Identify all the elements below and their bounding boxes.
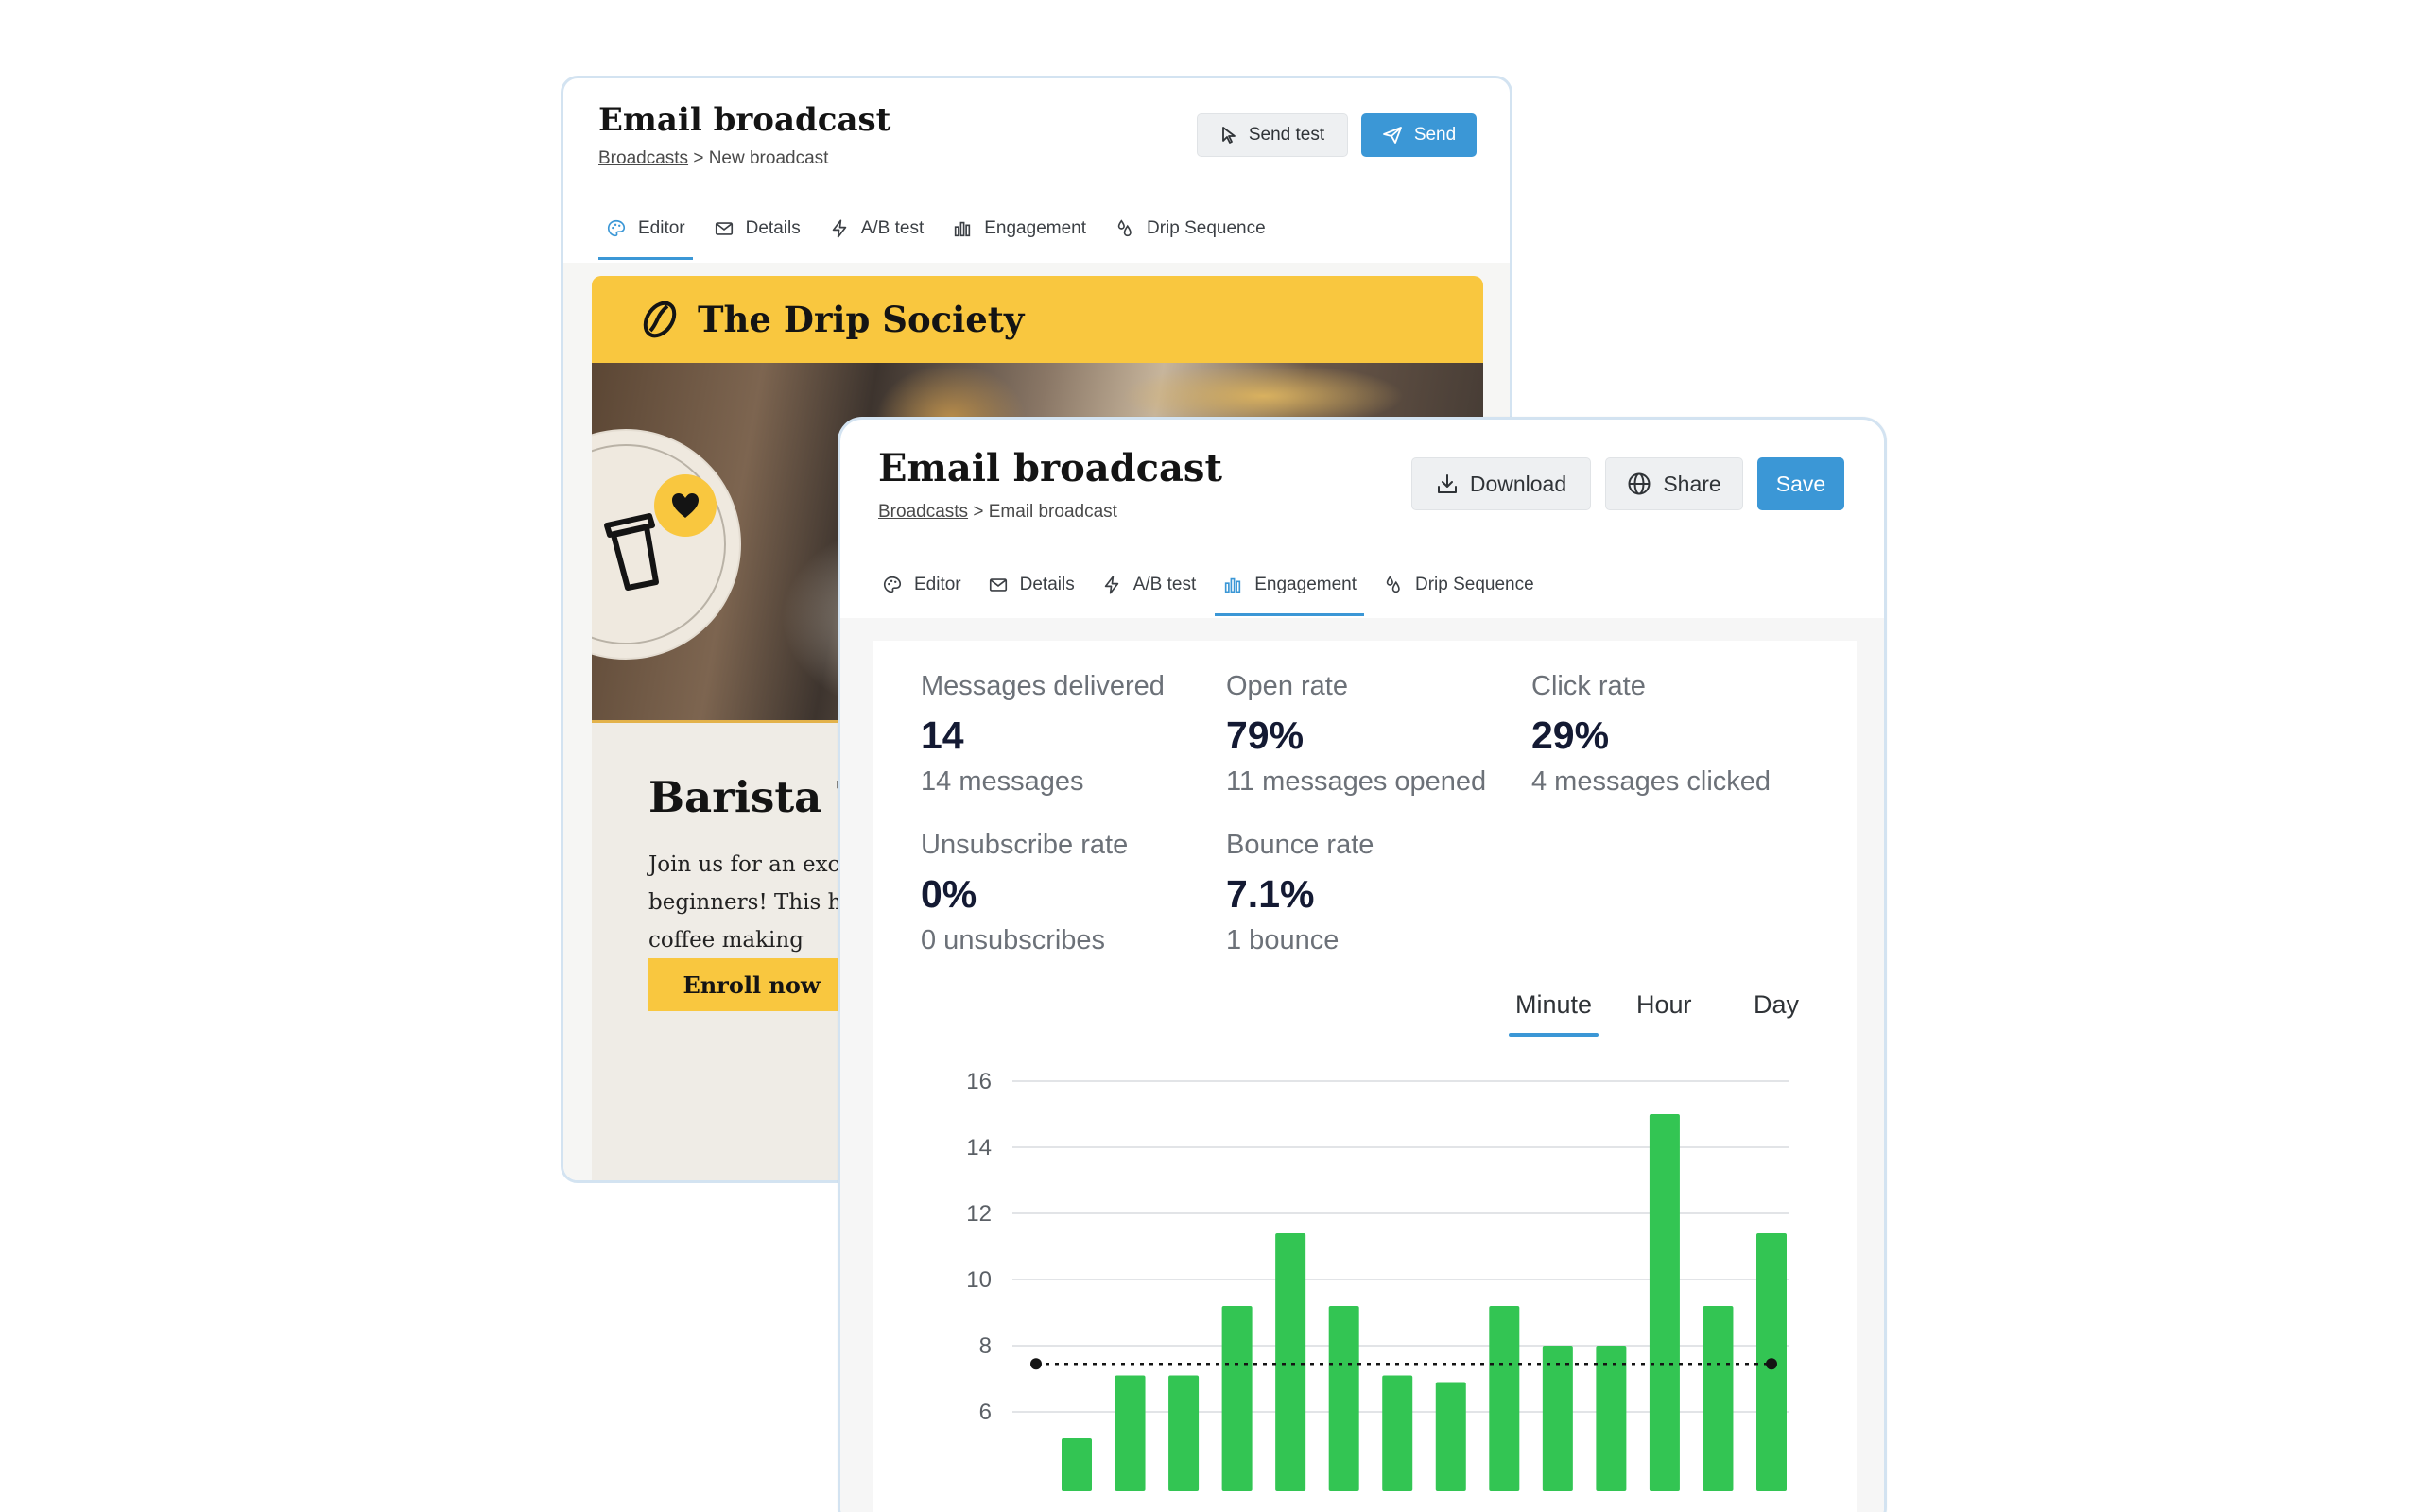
tab-details[interactable]: Details <box>988 575 1075 595</box>
email-banner: The Drip Society <box>592 276 1483 363</box>
y-tick-label: 16 <box>966 1069 992 1094</box>
breadcrumb-link-broadcasts[interactable]: Broadcasts <box>878 502 968 522</box>
download-button[interactable]: Download <box>1411 457 1591 510</box>
average-line-endpoint <box>1766 1358 1777 1370</box>
y-tick-label: 6 <box>979 1400 992 1425</box>
engagement-card: Messages delivered 14 14 messages Open r… <box>873 641 1857 1512</box>
chart-bar[interactable] <box>1596 1346 1627 1491</box>
tab-label: Engagement <box>1254 575 1357 594</box>
tab-label: A/B test <box>860 218 925 238</box>
globe-icon <box>1628 472 1651 495</box>
palette-icon <box>883 576 902 593</box>
chart-bar[interactable] <box>1382 1375 1413 1492</box>
email-headline: Barista T <box>648 772 869 822</box>
tab-label: Details <box>1019 575 1075 594</box>
heart-badge <box>654 474 717 537</box>
breadcrumb-current: > New broadcast <box>688 148 829 168</box>
download-label: Download <box>1469 471 1567 496</box>
tab-label: Details <box>745 218 801 238</box>
bar-chart-icon <box>955 221 971 237</box>
page-header: Email broadcast Broadcasts > Email broad… <box>878 446 1222 523</box>
breadcrumb: Broadcasts > New broadcast <box>598 148 890 169</box>
tab-label: A/B test <box>1132 575 1197 594</box>
chart-bar[interactable] <box>1703 1306 1734 1491</box>
engagement-panel: Messages delivered 14 14 messages Open r… <box>840 618 1884 1512</box>
tab-bar: Editor Details A/B test Engagement Drip Sequ… <box>882 575 1561 616</box>
tab-editor[interactable]: Editor <box>882 575 961 595</box>
page-title: Email broadcast <box>598 101 891 139</box>
y-tick-label: 8 <box>979 1333 992 1359</box>
brand-name: The Drip Society <box>698 299 1025 340</box>
share-label: Share <box>1663 471 1721 496</box>
cursor-icon <box>1221 127 1236 144</box>
paper-plane-icon <box>1382 127 1402 144</box>
tab-label: Drip Sequence <box>1415 575 1534 594</box>
tab-label: Editor <box>638 218 685 238</box>
download-icon <box>1437 474 1457 493</box>
lightning-icon <box>1104 576 1118 594</box>
breadcrumb-current: > Email broadcast <box>968 502 1117 522</box>
tab-bar: Editor Details A/B test Engagement Drip Sequ… <box>598 218 1294 260</box>
heart-icon <box>672 493 699 518</box>
tab-label: Editor <box>914 575 961 594</box>
palette-icon <box>607 219 626 237</box>
y-tick-label: 12 <box>966 1201 992 1227</box>
chart-bar[interactable] <box>1649 1114 1680 1491</box>
drops-icon <box>1117 219 1132 237</box>
send-test-button[interactable]: Send test <box>1197 113 1348 157</box>
tab-editor[interactable]: Editor <box>598 218 693 260</box>
average-line-endpoint <box>1030 1358 1042 1370</box>
envelope-icon <box>715 222 733 235</box>
y-tick-label: 10 <box>966 1267 992 1293</box>
tab-a-b-test[interactable]: A/B test <box>1101 575 1197 595</box>
tab-engagement[interactable]: Engagement <box>1215 575 1364 616</box>
broadcast-engagement-window: Email broadcast Broadcasts > Email broad… <box>838 417 1887 1512</box>
envelope-icon <box>989 578 1007 592</box>
page-header: Email broadcast Broadcasts > New broadca… <box>598 101 890 169</box>
lightning-icon <box>832 219 846 238</box>
share-button[interactable]: Share <box>1605 457 1743 510</box>
send-label: Send <box>1413 125 1457 145</box>
chart-bar[interactable] <box>1435 1382 1466 1492</box>
breadcrumb: Broadcasts > Email broadcast <box>878 502 1222 523</box>
chart-bar[interactable] <box>1168 1375 1200 1492</box>
engagement-bar-chart: 6 8 10 12 14 16 <box>966 1069 1789 1492</box>
chart-bar[interactable] <box>1542 1346 1573 1491</box>
send-button[interactable]: Send <box>1361 113 1477 157</box>
tab-label: Engagement <box>984 218 1086 238</box>
chart-bar[interactable] <box>1115 1375 1146 1492</box>
enroll-now-button[interactable]: Enroll now <box>648 958 855 1011</box>
send-test-label: Send test <box>1248 125 1325 145</box>
tab-details[interactable]: Details <box>714 218 801 239</box>
tab-drip-sequence[interactable]: Drip Sequence <box>1383 575 1534 595</box>
tab-a-b-test[interactable]: A/B test <box>829 218 925 239</box>
tab-drip-sequence[interactable]: Drip Sequence <box>1115 218 1266 239</box>
coffee-badge <box>592 429 741 660</box>
drops-icon <box>1386 576 1400 593</box>
chart-bar[interactable] <box>1489 1306 1520 1491</box>
page-title: Email broadcast <box>878 446 1222 490</box>
bar-chart-icon <box>1225 577 1241 593</box>
tab-engagement[interactable]: Engagement <box>952 218 1086 239</box>
chart-bar[interactable] <box>1062 1438 1092 1491</box>
breadcrumb-link-broadcasts[interactable]: Broadcasts <box>598 148 688 168</box>
save-button[interactable]: Save <box>1757 457 1844 510</box>
coffee-bean-icon <box>643 301 677 338</box>
chart-bar[interactable] <box>1275 1233 1306 1491</box>
y-tick-label: 14 <box>966 1135 992 1160</box>
tab-label: Drip Sequence <box>1147 218 1266 238</box>
chart-bar[interactable] <box>1328 1306 1359 1491</box>
chart-bar[interactable] <box>1221 1306 1253 1491</box>
